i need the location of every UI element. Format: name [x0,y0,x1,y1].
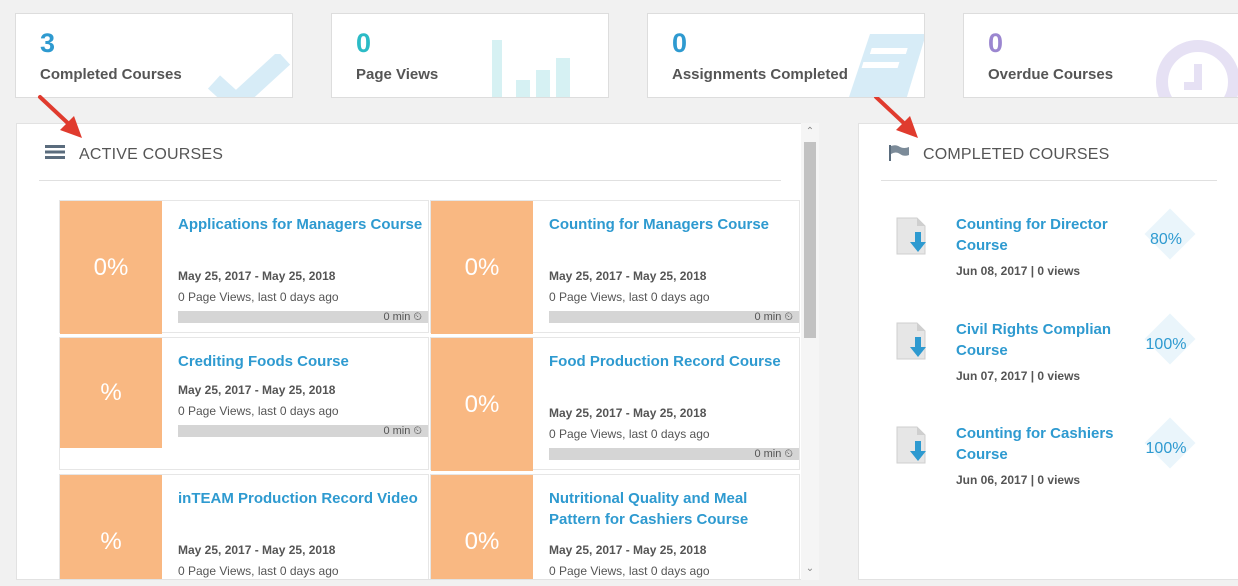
completed-courses-panel: COMPLETED COURSES Counting for Director … [858,123,1238,580]
course-title-link[interactable]: Civil Rights Complian Course [956,319,1136,361]
download-doc-icon [896,217,926,255]
divider [881,180,1217,181]
checkmark-icon [207,54,291,97]
download-doc-icon [896,426,926,464]
course-title-link[interactable]: Crediting Foods Course [178,351,423,372]
clock-icon: ⏲ [784,448,793,460]
clock-icon: ⏲ [784,311,793,323]
course-percent: % [60,338,162,448]
annotation-arrow-icon [38,95,82,138]
course-progress-bar: 0 min ⏲ [178,425,428,437]
course-title-line: Civil Rights Complian [956,321,1112,338]
download-doc-icon [896,322,926,360]
document-icon [849,34,924,97]
course-title-link[interactable]: Nutritional Quality and Meal Pattern for… [549,488,794,530]
course-card[interactable]: 0% Food Production Record Course May 25,… [430,337,800,471]
course-meta: Jun 08, 2017 | 0 views [956,264,1081,278]
course-views: 0 Page Views, last 0 days ago [549,564,710,578]
course-title-line: Counting for Director [956,216,1108,233]
course-date: May 25, 2017 - May 25, 2018 [178,543,336,557]
completed-course-item[interactable]: Counting for Cashiers Course Jun 06, 201… [895,417,1215,503]
stat-value: 0 [672,28,688,58]
stat-card-page-views[interactable]: 0 Page Views [331,13,609,98]
course-title-line: Counting for Cashiers [956,425,1114,442]
course-percent: 0% [60,201,162,334]
course-title-line: Course [956,342,1008,359]
course-percent: 0% [431,475,533,579]
clock-icon: ⏲ [413,311,422,323]
course-views: 0 Page Views, last 0 days ago [178,404,339,418]
course-progress-bar: 0 min ⏲ [549,311,799,323]
course-card[interactable]: % inTEAM Production Record Video May 25,… [59,474,429,579]
completed-course-item[interactable]: Counting for Director Course Jun 08, 201… [895,208,1215,294]
course-date: May 25, 2017 - May 25, 2018 [178,383,336,397]
stat-label: Overdue Courses [988,66,1114,83]
course-title-link[interactable]: Counting for Director Course [956,214,1136,256]
annotation-arrow-icon [874,95,918,138]
stat-card-completed-courses[interactable]: 3 Completed Courses [15,13,293,98]
course-title-link[interactable]: Applications for Managers Course [178,214,423,235]
completed-course-item[interactable]: Civil Rights Complian Course Jun 07, 201… [895,313,1215,399]
course-title-link[interactable]: Counting for Cashiers Course [956,423,1136,465]
course-card[interactable]: 0% Counting for Managers Course May 25, … [430,200,800,334]
stat-value: 0 [356,28,372,58]
flag-icon [889,145,909,161]
course-title-line: Course [956,446,1008,463]
course-card[interactable]: % Crediting Foods Course May 25, 2017 - … [59,337,429,470]
stat-value: 0 [988,28,1004,58]
course-views: 0 Page Views, last 0 days ago [549,427,710,441]
course-percent: 100% [1145,336,1187,353]
course-percent: % [60,475,162,579]
course-progress-bar: 0 min ⏲ [178,311,428,323]
active-courses-panel: ACTIVE COURSES 0% Applications for Manag… [16,123,819,580]
time-spent: 0 min [383,311,411,323]
course-percent: 0% [431,338,533,471]
course-percent: 80% [1149,231,1183,248]
stat-card-overdue-courses[interactable]: 0 Overdue Courses [963,13,1238,98]
time-spent: 0 min [754,448,782,460]
course-progress-bar: 0 min ⏲ [549,448,799,460]
course-views: 0 Page Views, last 0 days ago [549,290,710,304]
course-title-line: Course [956,237,1008,254]
scroll-thumb[interactable] [804,142,816,338]
course-percent: 0% [431,201,533,334]
course-list: 0% Applications for Managers Course May … [17,124,802,579]
course-meta: Jun 07, 2017 | 0 views [956,369,1081,383]
course-date: May 25, 2017 - May 25, 2018 [549,543,707,557]
stat-value: 3 [40,28,56,58]
course-title-link[interactable]: Food Production Record Course [549,351,794,372]
course-date: May 25, 2017 - May 25, 2018 [178,269,336,283]
scrollbar[interactable]: ⌃ ⌄ [801,123,819,580]
scroll-down-icon[interactable]: ⌄ [804,563,816,575]
course-date: May 25, 2017 - May 25, 2018 [549,269,707,283]
clock-icon: ⏲ [413,425,422,437]
course-views: 0 Page Views, last 0 days ago [178,564,339,578]
bar-chart-icon [492,40,570,97]
clock-icon [1156,40,1238,97]
course-meta: Jun 06, 2017 | 0 views [956,473,1081,487]
course-title-link[interactable]: Counting for Managers Course [549,214,794,235]
stat-label: Page Views [356,66,439,83]
time-spent: 0 min [383,425,411,437]
panel-title: COMPLETED COURSES [923,146,1110,163]
course-card[interactable]: 0% Applications for Managers Course May … [59,200,429,334]
course-date: May 25, 2017 - May 25, 2018 [549,406,707,420]
scroll-up-icon[interactable]: ⌃ [804,126,816,138]
stat-label: Completed Courses [40,66,182,83]
course-card[interactable]: 0% Nutritional Quality and Meal Pattern … [430,474,800,579]
course-percent: 100% [1145,440,1187,457]
stat-label: Assignments Completed [672,66,848,83]
stat-card-assignments-completed[interactable]: 0 Assignments Completed [647,13,925,98]
course-title-link[interactable]: inTEAM Production Record Video [178,488,423,509]
course-views: 0 Page Views, last 0 days ago [178,290,339,304]
time-spent: 0 min [754,311,782,323]
